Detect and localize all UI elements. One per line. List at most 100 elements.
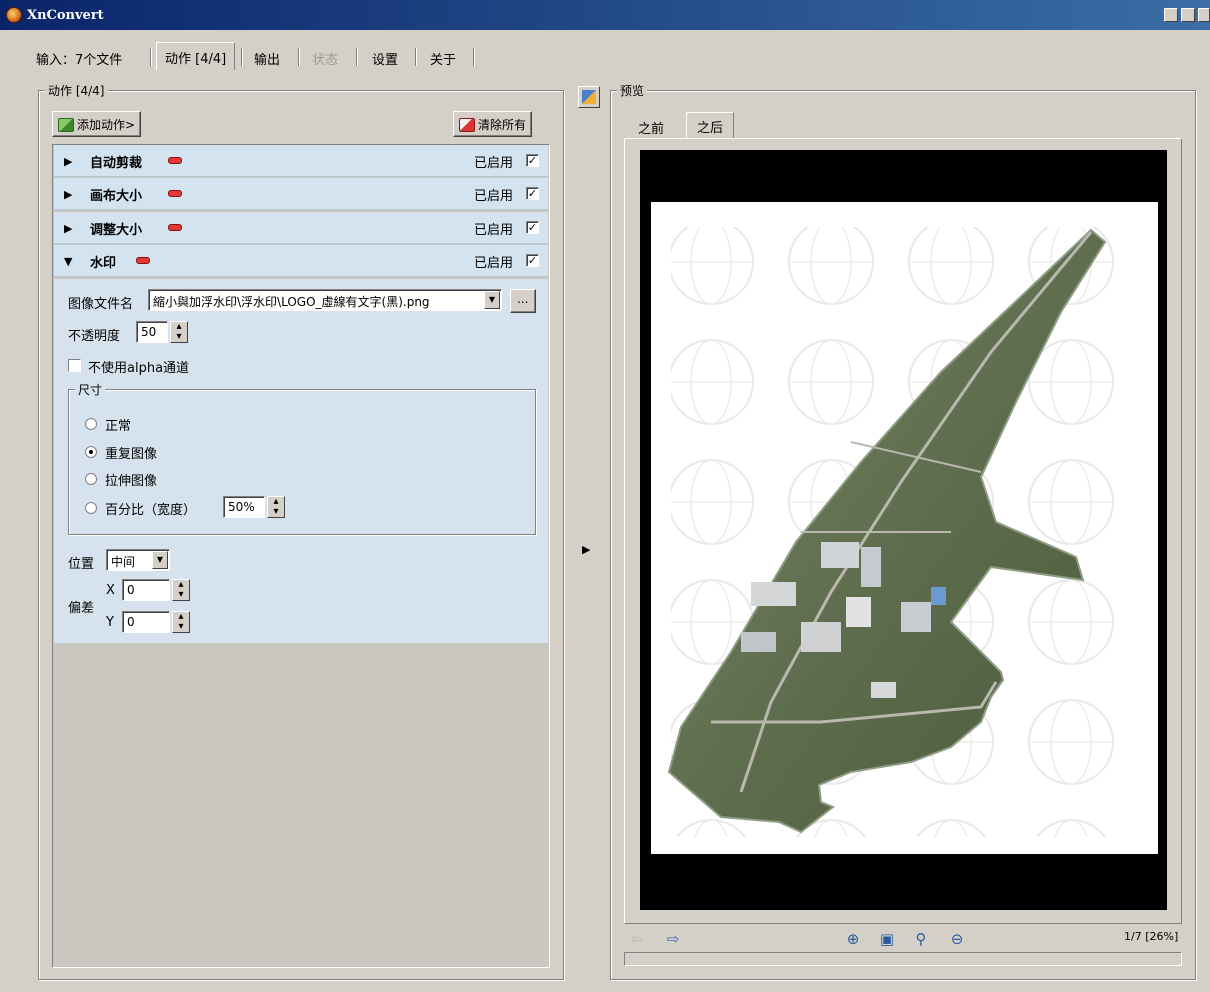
watermark-options: 图像文件名 縮小與加浮水印\浮水印\LOGO_虛線有文字(黑).png ▼ ..… — [54, 279, 548, 643]
next-icon[interactable]: ⇨ — [664, 930, 682, 948]
preview-image — [651, 202, 1158, 854]
size-stretch-label: 拉伸图像 — [105, 474, 158, 489]
zoom-out-icon[interactable]: ⊖ — [948, 930, 966, 948]
page-info: 1/7 [26%] — [1124, 930, 1179, 943]
size-repeat-label: 重复图像 — [105, 447, 158, 462]
preview-icon — [582, 90, 596, 104]
y-offset-spinner[interactable]: ▴ ▾ — [172, 611, 190, 633]
no-alpha-label: 不使用alpha通道 — [88, 361, 190, 376]
enabled-checkbox[interactable]: ✓ — [526, 221, 539, 234]
action-list: ▶ 自动剪裁 已启用 ✓ ▶ 画布大小 已启用 ✓ ▶ 调整大小 已启用 ✓ ▼… — [52, 144, 550, 968]
remove-action-icon[interactable] — [168, 224, 182, 231]
action-name: 画布大小 — [90, 189, 143, 204]
image-file-select[interactable]: 縮小與加浮水印\浮水印\LOGO_虛線有文字(黑).png ▼ — [148, 289, 502, 311]
tab-input[interactable]: 输入：7个文件 — [28, 44, 130, 70]
size-group: 尺寸 正常 重复图像 拉伸图像 百分比（宽度） 50% ▴ ▾ — [68, 381, 536, 535]
tab-separator — [150, 48, 152, 66]
dropdown-arrow-icon[interactable]: ▼ — [152, 551, 168, 569]
tab-status: 状态 — [312, 53, 339, 68]
action-name: 水印 — [90, 256, 117, 271]
action-item-watermark[interactable]: ▼ 水印 已启用 ✓ — [54, 245, 548, 277]
add-action-icon — [58, 118, 74, 132]
image-file-value: 縮小與加浮水印\浮水印\LOGO_虛線有文字(黑).png — [153, 295, 430, 309]
close-button[interactable] — [1198, 8, 1210, 22]
x-offset-input[interactable]: 0 — [122, 579, 170, 601]
actions-group-title: 动作 [4/4] — [45, 82, 108, 99]
previous-icon[interactable]: ⇦ — [628, 930, 646, 948]
fit-window-icon[interactable]: ▣ — [878, 930, 896, 948]
enabled-checkbox[interactable]: ✓ — [526, 187, 539, 200]
opacity-spinner[interactable]: ▴ ▾ — [170, 321, 188, 343]
app-icon — [6, 7, 22, 23]
action-item-resize[interactable]: ▶ 调整大小 已启用 ✓ — [54, 212, 548, 244]
tab-separator — [298, 48, 300, 66]
tab-separator — [241, 48, 243, 66]
tab-actions[interactable]: 动作 [4/4] — [156, 42, 236, 70]
enabled-label: 已启用 — [474, 189, 514, 204]
action-item-canvas-size[interactable]: ▶ 画布大小 已启用 ✓ — [54, 178, 548, 210]
size-percent-label: 百分比（宽度） — [105, 503, 197, 518]
tab-after[interactable]: 之后 — [686, 112, 735, 138]
browse-button[interactable]: ... — [510, 289, 536, 313]
add-action-button[interactable]: 添加动作> — [52, 111, 142, 137]
offset-label: 偏差 — [68, 601, 95, 616]
expand-panel-arrow-icon[interactable]: ▶ — [582, 543, 590, 556]
action-item-autocrop[interactable]: ▶ 自动剪裁 已启用 ✓ — [54, 145, 548, 177]
tab-output[interactable]: 输出 — [246, 44, 288, 70]
enabled-label: 已启用 — [474, 223, 514, 238]
enabled-label: 已启用 — [474, 256, 514, 271]
size-normal-radio[interactable] — [85, 418, 97, 430]
x-label: X — [106, 583, 115, 598]
expand-arrow-icon[interactable]: ▶ — [64, 155, 72, 168]
position-select[interactable]: 中间 ▼ — [106, 549, 170, 571]
maximize-button[interactable] — [1181, 8, 1195, 22]
position-value: 中间 — [111, 555, 136, 569]
clear-all-label: 清除所有 — [478, 118, 527, 132]
size-repeat-radio[interactable] — [85, 446, 97, 458]
preview-group-title: 预览 — [617, 82, 648, 99]
y-offset-input[interactable]: 0 — [122, 611, 170, 633]
progress-bar — [624, 952, 1182, 966]
percent-spinner[interactable]: ▴ ▾ — [267, 496, 285, 518]
enabled-label: 已启用 — [474, 156, 514, 171]
tab-separator — [415, 48, 417, 66]
size-stretch-radio[interactable] — [85, 473, 97, 485]
tab-before[interactable]: 之前 — [628, 114, 674, 138]
clear-all-button[interactable]: 清除所有 — [453, 111, 533, 137]
action-name: 调整大小 — [90, 223, 143, 238]
expand-arrow-icon[interactable]: ▶ — [64, 188, 72, 201]
expand-arrow-icon[interactable]: ▶ — [64, 222, 72, 235]
zoom-in-icon[interactable]: ⊕ — [844, 930, 862, 948]
enabled-checkbox[interactable]: ✓ — [526, 254, 539, 267]
remove-action-icon[interactable] — [136, 257, 150, 264]
image-file-label: 图像文件名 — [68, 297, 134, 312]
tab-separator — [473, 48, 475, 66]
percent-input[interactable]: 50% — [223, 496, 265, 518]
tab-settings[interactable]: 设置 — [364, 44, 406, 70]
y-label: Y — [106, 615, 114, 630]
size-group-title: 尺寸 — [75, 381, 106, 398]
actual-size-icon[interactable]: ⚲ — [912, 930, 930, 948]
window-title: XnConvert — [27, 8, 104, 23]
enabled-checkbox[interactable]: ✓ — [526, 154, 539, 167]
minimize-button[interactable] — [1164, 8, 1178, 22]
collapse-arrow-icon[interactable]: ▼ — [64, 255, 72, 268]
size-normal-label: 正常 — [105, 419, 132, 434]
aerial-photo-preview — [667, 227, 1141, 837]
remove-action-icon[interactable] — [168, 157, 182, 164]
remove-action-icon[interactable] — [168, 190, 182, 197]
opacity-input[interactable]: 50 — [136, 321, 168, 343]
tab-separator — [356, 48, 358, 66]
clear-all-icon — [459, 118, 475, 132]
no-alpha-checkbox[interactable] — [68, 359, 81, 372]
preview-toggle-button[interactable] — [578, 86, 600, 108]
x-offset-spinner[interactable]: ▴ ▾ — [172, 579, 190, 601]
add-action-label: 添加动作> — [77, 118, 136, 132]
position-label: 位置 — [68, 557, 95, 572]
dropdown-arrow-icon[interactable]: ▼ — [484, 291, 500, 309]
action-name: 自动剪裁 — [90, 156, 143, 171]
tab-about[interactable]: 关于 — [422, 44, 464, 70]
title-bar: XnConvert — [0, 0, 1210, 30]
opacity-label: 不透明度 — [68, 329, 121, 344]
size-percent-radio[interactable] — [85, 502, 97, 514]
